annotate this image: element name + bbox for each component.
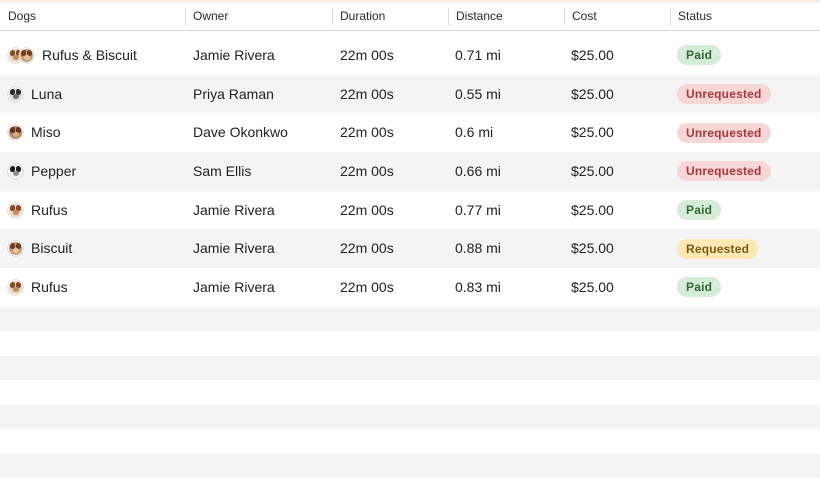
duration-cell: 22m 00s (340, 47, 394, 63)
empty-row (0, 453, 820, 479)
dog-avatars (8, 163, 23, 179)
miso-avatar-icon (8, 125, 23, 141)
column-header-cost[interactable]: Cost (564, 3, 597, 30)
column-header-distance[interactable]: Distance (448, 3, 503, 30)
duration-cell: 22m 00s (340, 201, 394, 218)
column-header-owner[interactable]: Owner (185, 3, 228, 30)
duration-cell: 22m 00s (340, 240, 394, 257)
distance-cell: 0.6 mi (455, 124, 494, 141)
status-badge: Unrequested (677, 84, 771, 105)
table-row[interactable]: Luna Priya Raman 22m 00s 0.55 mi $25.00 Unreq… (0, 74, 820, 114)
duration-cell: 22m 00s (340, 85, 394, 102)
status-cell: Paid (677, 36, 722, 75)
owner-cell: Jamie Rivera (193, 279, 275, 296)
dog-names: Biscuit (31, 240, 73, 257)
status-cell: Paid (677, 191, 722, 230)
status-cell: Requested (677, 229, 759, 268)
table-row[interactable]: Rufus & Biscuit Jamie Rivera 22m 00s 0.71 m… (0, 36, 820, 75)
table-row[interactable]: Rufus Jamie Rivera 22m 00s 0.83 mi $25.00 Pai… (0, 268, 820, 307)
dog-names: Rufus (31, 279, 68, 296)
dogs-cell: Luna (8, 75, 62, 114)
distance-cell: 0.71 mi (455, 47, 501, 63)
owner-cell: Jamie Rivera (193, 47, 275, 63)
cost-cell: $25.00 (571, 163, 614, 180)
dogs-cell: Rufus (8, 268, 68, 307)
table-header: Dogs Owner Duration Distance Cost Status (0, 3, 820, 31)
status-cell: Unrequested (677, 75, 771, 114)
empty-row (0, 380, 820, 405)
status-cell: Unrequested (677, 113, 771, 152)
dog-names: Pepper (31, 163, 77, 180)
status-cell: Paid (677, 268, 722, 307)
table-body: Rufus & Biscuit Jamie Rivera 22m 00s 0.71 m… (0, 36, 820, 307)
dogs-cell: Rufus & Biscuit (8, 36, 137, 75)
empty-row (0, 478, 820, 495)
pepper-avatar-icon (8, 163, 23, 179)
table-row[interactable]: Pepper Sam Ellis 22m 00s 0.66 mi $25.00 Unreq… (0, 152, 820, 191)
dog-avatars (8, 47, 34, 63)
distance-cell: 0.66 mi (455, 163, 501, 180)
status-badge: Paid (677, 45, 722, 66)
dogs-cell: Biscuit (8, 229, 72, 268)
dog-avatars (8, 86, 23, 102)
status-badge: Unrequested (677, 161, 771, 182)
distance-cell: 0.77 mi (455, 201, 501, 218)
dog-avatars (8, 279, 23, 295)
distance-cell: 0.83 mi (455, 279, 501, 296)
owner-cell: Dave Okonkwo (193, 124, 288, 141)
biscuit-avatar-icon (19, 47, 34, 63)
rufus-avatar-icon (8, 279, 23, 295)
column-header-duration[interactable]: Duration (332, 3, 385, 30)
dog-avatars (8, 241, 23, 257)
dog-names: Miso (31, 124, 61, 141)
column-header-dogs[interactable]: Dogs (0, 3, 36, 30)
table-row[interactable]: Rufus Jamie Rivera 22m 00s 0.77 mi $25.00 Pai… (0, 191, 820, 230)
empty-row (0, 355, 820, 381)
cost-cell: $25.00 (571, 279, 614, 296)
dog-avatars (8, 202, 23, 218)
table-row[interactable]: Miso Dave Okonkwo 22m 00s 0.6 mi $25.00 Unreq… (0, 113, 820, 152)
owner-cell: Priya Raman (193, 85, 274, 102)
dog-avatars (8, 125, 23, 141)
dogs-cell: Pepper (8, 152, 76, 191)
dog-names: Rufus (31, 201, 68, 218)
owner-cell: Sam Ellis (193, 163, 252, 180)
cost-cell: $25.00 (571, 201, 614, 218)
cost-cell: $25.00 (571, 124, 614, 141)
empty-row (0, 331, 820, 356)
status-badge: Paid (677, 200, 722, 221)
dogs-cell: Rufus (8, 191, 68, 230)
cost-cell: $25.00 (571, 47, 614, 63)
cost-cell: $25.00 (571, 240, 614, 257)
distance-cell: 0.55 mi (455, 85, 501, 102)
duration-cell: 22m 00s (340, 279, 394, 296)
owner-cell: Jamie Rivera (193, 201, 275, 218)
cost-cell: $25.00 (571, 85, 614, 102)
empty-row (0, 306, 820, 332)
owner-cell: Jamie Rivera (193, 240, 275, 257)
dog-names: Rufus & Biscuit (42, 47, 137, 63)
status-badge: Unrequested (677, 122, 771, 143)
dogs-cell: Miso (8, 113, 61, 152)
column-header-status[interactable]: Status (670, 3, 712, 30)
status-cell: Unrequested (677, 152, 771, 191)
duration-cell: 22m 00s (340, 124, 394, 141)
rufus-avatar-icon (8, 202, 23, 218)
dog-names: Luna (31, 85, 63, 102)
empty-row (0, 429, 820, 454)
distance-cell: 0.88 mi (455, 240, 501, 257)
status-badge: Paid (677, 277, 722, 298)
duration-cell: 22m 00s (340, 163, 394, 180)
empty-row (0, 404, 820, 430)
biscuit-avatar-icon (8, 241, 23, 257)
luna-avatar-icon (8, 86, 23, 102)
table-row[interactable]: Biscuit Jamie Rivera 22m 00s 0.88 mi $25.00 R… (0, 229, 820, 269)
status-badge: Requested (677, 238, 759, 259)
